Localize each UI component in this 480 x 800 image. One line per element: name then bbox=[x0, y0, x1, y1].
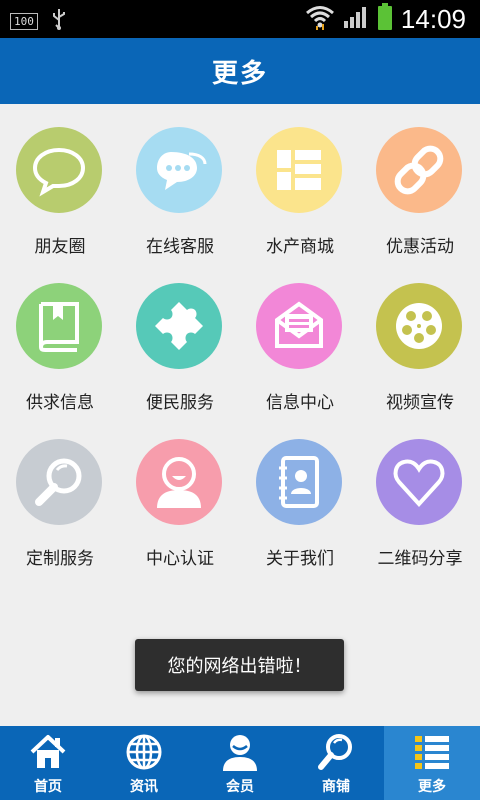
nav-label: 首页 bbox=[34, 779, 62, 795]
grid-item-qr-share[interactable]: 二维码分享 bbox=[360, 416, 480, 569]
grid-item-info-center[interactable]: 信息中心 bbox=[240, 260, 360, 413]
member-icon bbox=[220, 732, 260, 772]
grid-item-label: 便民服务 bbox=[146, 393, 214, 413]
grid-item-video-promo[interactable]: 视频宣传 bbox=[360, 260, 480, 413]
book-icon bbox=[16, 283, 102, 369]
grid-item-label: 视频宣传 bbox=[386, 393, 454, 413]
battery-percent-icon: 100 bbox=[10, 13, 38, 30]
grid-item-label: 朋友圈 bbox=[34, 237, 86, 257]
grid-item-label: 定制服务 bbox=[26, 549, 94, 569]
puzzle-icon bbox=[136, 283, 222, 369]
film-reel-icon bbox=[376, 283, 462, 369]
nav-item-news[interactable]: 资讯 bbox=[96, 726, 192, 800]
grid-item-center-certification[interactable]: 中心认证 bbox=[120, 416, 240, 569]
toast-message: 您的网络出错啦！ bbox=[135, 639, 344, 691]
grid-item-label: 水产商城 bbox=[266, 237, 334, 257]
grid-item-moments[interactable]: 朋友圈 bbox=[0, 104, 120, 257]
nav-item-home[interactable]: 首页 bbox=[0, 726, 96, 800]
grid-item-aquatic-mall[interactable]: 水产商城 bbox=[240, 104, 360, 257]
clock-time: 14:09 bbox=[400, 3, 466, 34]
user-face-icon bbox=[136, 439, 222, 525]
nav-label: 资讯 bbox=[130, 779, 158, 795]
chat-bubbles-icon bbox=[136, 127, 222, 213]
grid-item-label: 关于我们 bbox=[266, 549, 334, 569]
heart-icon bbox=[376, 439, 462, 525]
grid-item-label: 二维码分享 bbox=[377, 549, 463, 569]
nav-item-member[interactable]: 会员 bbox=[192, 726, 288, 800]
chain-link-icon bbox=[376, 127, 462, 213]
grid-item-label: 在线客服 bbox=[146, 237, 214, 257]
status-bar: 100 14:09 bbox=[0, 0, 480, 38]
grid-item-label: 优惠活动 bbox=[386, 237, 454, 257]
battery-icon bbox=[377, 3, 393, 35]
globe-icon bbox=[124, 732, 164, 772]
contact-book-icon bbox=[256, 439, 342, 525]
chat-bubble-icon bbox=[16, 127, 102, 213]
nav-label: 更多 bbox=[418, 779, 446, 795]
nav-item-shops[interactable]: 商铺 bbox=[288, 726, 384, 800]
nav-label: 商铺 bbox=[322, 779, 350, 795]
grid-item-about-us[interactable]: 关于我们 bbox=[240, 416, 360, 569]
more-list-icon bbox=[412, 732, 452, 772]
grid-item-label: 中心认证 bbox=[146, 549, 214, 569]
mail-icon bbox=[256, 283, 342, 369]
signal-icon bbox=[343, 5, 369, 33]
page-title: 更多 bbox=[211, 58, 268, 89]
page-header: 更多 bbox=[0, 38, 480, 104]
list-grid-icon bbox=[256, 127, 342, 213]
bottom-nav: 首页 资讯 会员 商铺 更多 bbox=[0, 726, 480, 800]
home-icon bbox=[28, 732, 68, 772]
usb-icon bbox=[50, 8, 68, 35]
wifi-icon bbox=[305, 4, 335, 34]
nav-label: 会员 bbox=[226, 779, 254, 795]
grid-item-convenience-services[interactable]: 便民服务 bbox=[120, 260, 240, 413]
grid-item-label: 供求信息 bbox=[26, 393, 94, 413]
search-icon bbox=[316, 732, 356, 772]
grid-item-promotions[interactable]: 优惠活动 bbox=[360, 104, 480, 257]
grid-item-supply-demand[interactable]: 供求信息 bbox=[0, 260, 120, 413]
magnifier-icon bbox=[16, 439, 102, 525]
nav-item-more[interactable]: 更多 bbox=[384, 726, 480, 800]
grid-item-label: 信息中心 bbox=[266, 393, 334, 413]
grid-item-online-service[interactable]: 在线客服 bbox=[120, 104, 240, 257]
grid-item-custom-service[interactable]: 定制服务 bbox=[0, 416, 120, 569]
